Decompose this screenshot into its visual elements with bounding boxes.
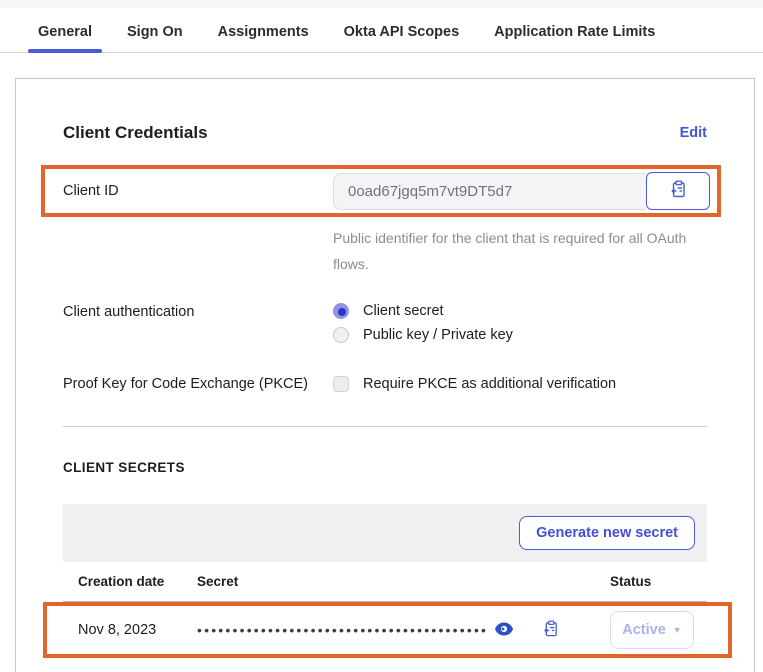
edit-link[interactable]: Edit	[680, 125, 707, 141]
secret-status-cell: Active ▼	[610, 611, 707, 649]
secret-value-cell: ••••••••••••••••••••••••••••••••••••••••…	[197, 620, 610, 641]
masked-secret-value: ••••••••••••••••••••••••••••••••••••••••…	[197, 622, 488, 638]
client-authentication-label: Client authentication	[63, 303, 333, 343]
client-id-row-highlight: Client ID	[41, 165, 721, 217]
tab-sign-on[interactable]: Sign On	[117, 18, 193, 52]
client-secrets-heading: CLIENT SECRETS	[63, 460, 707, 475]
clipboard-copy-icon	[669, 180, 688, 202]
clipboard-copy-icon	[542, 620, 560, 641]
header-creation-date: Creation date	[63, 574, 197, 589]
secret-creation-date: Nov 8, 2023	[78, 622, 197, 638]
option-client-secret[interactable]: Client secret	[333, 303, 513, 319]
radio-client-secret-label: Client secret	[363, 303, 444, 319]
section-divider	[63, 426, 707, 427]
table-header-row: Creation date Secret Status	[63, 562, 707, 602]
pkce-label: Proof Key for Code Exchange (PKCE)	[63, 375, 333, 392]
client-authentication-options: Client secret Public key / Private key	[333, 303, 513, 343]
client-credentials-card: Client Credentials Edit Client ID Public…	[15, 78, 755, 672]
client-id-help-text: Public identifier for the client that is…	[333, 225, 695, 277]
radio-public-private-key-label: Public key / Private key	[363, 327, 513, 343]
tab-assignments[interactable]: Assignments	[208, 18, 319, 52]
header-status: Status	[610, 574, 707, 589]
reveal-secret-button[interactable]	[494, 622, 514, 639]
option-public-private-key[interactable]: Public key / Private key	[333, 327, 513, 343]
tab-okta-api-scopes[interactable]: Okta API Scopes	[334, 18, 470, 52]
window-top-strip	[0, 0, 763, 8]
radio-client-secret[interactable]	[333, 303, 349, 319]
eye-icon	[494, 622, 514, 639]
generate-new-secret-button[interactable]: Generate new secret	[519, 516, 695, 550]
radio-public-private-key[interactable]	[333, 327, 349, 343]
chevron-down-icon: ▼	[673, 625, 682, 635]
status-dropdown-button[interactable]: Active ▼	[610, 611, 694, 649]
section-header: Client Credentials Edit	[63, 123, 707, 143]
tab-application-rate-limits[interactable]: Application Rate Limits	[484, 18, 665, 52]
section-title: Client Credentials	[63, 123, 208, 143]
tab-general[interactable]: General	[28, 18, 102, 52]
status-label: Active	[622, 622, 666, 638]
client-id-field-group	[333, 172, 710, 210]
header-secret: Secret	[197, 574, 610, 589]
client-secrets-table: Generate new secret Creation date Secret…	[63, 504, 707, 658]
pkce-row: Proof Key for Code Exchange (PKCE) Requi…	[63, 375, 707, 392]
pkce-checkbox-label: Require PKCE as additional verification	[363, 376, 616, 392]
client-id-label: Client ID	[63, 183, 333, 199]
copy-client-id-button[interactable]	[646, 172, 710, 210]
client-authentication-row: Client authentication Client secret Publ…	[63, 303, 707, 343]
copy-secret-button[interactable]	[542, 620, 560, 641]
secrets-toolbar: Generate new secret	[63, 504, 707, 562]
client-id-input[interactable]	[333, 173, 646, 210]
tab-bar: General Sign On Assignments Okta API Sco…	[0, 8, 763, 53]
pkce-option[interactable]: Require PKCE as additional verification	[333, 375, 616, 392]
pkce-checkbox[interactable]	[333, 376, 349, 392]
secret-table-row-highlight: Nov 8, 2023 ••••••••••••••••••••••••••••…	[43, 602, 732, 658]
